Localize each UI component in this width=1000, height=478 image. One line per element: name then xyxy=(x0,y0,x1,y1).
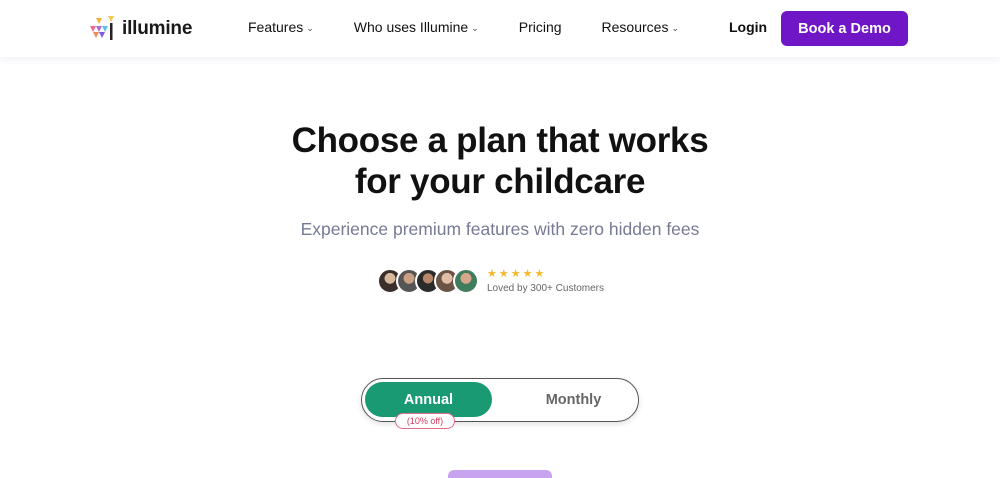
plan-card-label-peek xyxy=(448,470,552,478)
login-link[interactable]: Login xyxy=(729,19,767,35)
social-proof: ★★★★★ Loved by 300+ Customers xyxy=(377,267,604,294)
menu-item-label: Features xyxy=(248,19,304,35)
pricing-hero: Choose a plan that works for your childc… xyxy=(0,120,1000,240)
menu-item-label: Resources xyxy=(601,19,669,35)
menu-item-label: Who uses Illumine xyxy=(353,19,469,35)
chevron-down-icon: ⌄ xyxy=(471,22,479,33)
annual-option[interactable]: Annual xyxy=(365,382,492,417)
loved-by-text: Loved by 300+ Customers xyxy=(487,283,605,294)
title-line-2: for your childcare xyxy=(354,162,646,201)
menu-item-label: Pricing xyxy=(518,19,562,35)
discount-badge: (10% off) xyxy=(395,413,455,429)
top-navbar: illumine Features ⌄ Who uses Illumine ⌄ … xyxy=(0,0,1000,57)
chevron-down-icon: ⌄ xyxy=(306,22,314,33)
chevron-down-icon: ⌄ xyxy=(671,22,679,33)
rating-stars-icon: ★★★★★ xyxy=(487,268,547,280)
main-menu: Features ⌄ Who uses Illumine ⌄ Pricing R… xyxy=(248,19,719,35)
logo-text: illumine xyxy=(122,18,193,39)
page-title: Choose a plan that works for your childc… xyxy=(0,120,1000,202)
menu-item-who-uses[interactable]: Who uses Illumine ⌄ xyxy=(354,19,479,35)
monthly-option[interactable]: Monthly xyxy=(510,382,637,417)
title-line-1: Choose a plan that works xyxy=(291,121,709,160)
illumine-logo-icon xyxy=(90,16,114,40)
logo[interactable]: illumine xyxy=(88,14,192,44)
menu-item-resources[interactable]: Resources ⌄ xyxy=(602,19,679,35)
customer-avatars xyxy=(377,267,479,294)
menu-item-features[interactable]: Features ⌄ xyxy=(248,19,314,35)
book-demo-button[interactable]: Book a Demo xyxy=(781,11,908,46)
avatar xyxy=(453,267,479,294)
menu-item-pricing[interactable]: Pricing xyxy=(519,19,562,35)
page-subtitle: Experience premium features with zero hi… xyxy=(300,219,700,239)
